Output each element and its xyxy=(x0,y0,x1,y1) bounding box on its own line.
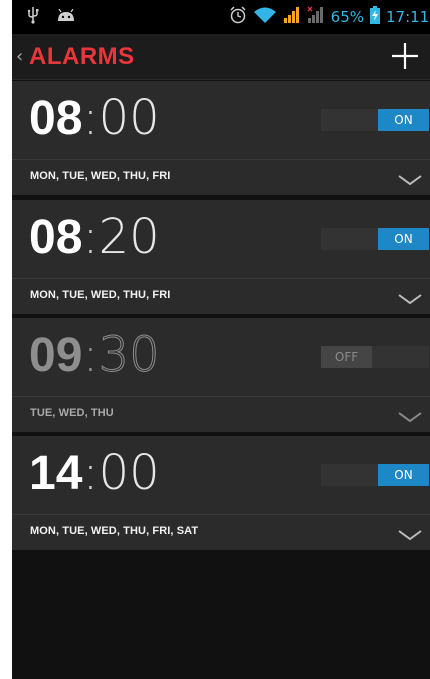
alarm-repeat-days: TUE, WED, THU xyxy=(30,407,114,419)
alarm-minute: 20 xyxy=(98,209,160,265)
alarm-item[interactable]: 14:00 ON MON, TUE, WED, THU, FRI, SAT xyxy=(12,436,430,550)
alarm-time-row: 09:30 OFF xyxy=(12,318,430,397)
alarm-minute: 00 xyxy=(98,445,160,501)
status-clock: 17:11 xyxy=(386,8,430,26)
chevron-down-icon[interactable] xyxy=(398,408,422,423)
page-title[interactable]: ALARMS xyxy=(29,43,135,71)
back-chevron-icon[interactable]: ‹ xyxy=(16,45,23,69)
usb-icon xyxy=(26,6,40,28)
alarm-toggle[interactable]: ON xyxy=(321,464,429,486)
toggle-state: ON xyxy=(378,228,429,250)
action-bar: ‹ ALARMS xyxy=(12,34,430,80)
alarm-separator: : xyxy=(82,327,99,383)
chevron-down-icon[interactable] xyxy=(398,290,422,305)
toggle-state: ON xyxy=(378,464,429,486)
alarm-time-row: 08:00 ON xyxy=(12,81,430,160)
battery-charging-icon xyxy=(370,6,380,28)
alarm-minute: 30 xyxy=(98,327,160,384)
alarm-repeat-days: MON, TUE, WED, THU, FRI, SAT xyxy=(30,525,199,537)
alarm-toggle[interactable]: ON xyxy=(321,109,429,131)
android-debug-icon xyxy=(56,8,76,27)
alarm-time-row: 08:20 ON xyxy=(12,200,430,279)
plus-icon xyxy=(392,43,418,69)
battery-percent: 65% xyxy=(330,8,364,26)
alarm-separator: : xyxy=(82,209,99,265)
alarm-separator: : xyxy=(82,90,99,146)
chevron-down-icon[interactable] xyxy=(398,171,422,186)
alarm-toggle[interactable]: OFF xyxy=(321,346,429,368)
alarm-clock-icon xyxy=(229,6,247,28)
alarm-time-row: 14:00 ON xyxy=(12,436,430,515)
alarm-hour: 09 xyxy=(29,329,83,382)
alarm-toggle[interactable]: ON xyxy=(321,228,429,250)
alarm-screen: 65% 17:11 ‹ ALARMS 08:00 ON MON, TUE, WE… xyxy=(12,0,430,679)
signal-roaming-icon xyxy=(307,6,325,28)
alarm-item[interactable]: 08:00 ON MON, TUE, WED, THU, FRI xyxy=(12,81,430,195)
toggle-state: ON xyxy=(378,109,429,131)
chevron-down-icon[interactable] xyxy=(398,526,422,541)
alarm-minute: 00 xyxy=(98,90,160,146)
alarm-hour: 14 xyxy=(29,447,83,500)
alarm-repeat-days: MON, TUE, WED, THU, FRI xyxy=(30,289,171,301)
alarm-hour: 08 xyxy=(29,92,83,145)
alarm-time[interactable]: 14:00 xyxy=(29,445,160,501)
alarm-repeat-days: MON, TUE, WED, THU, FRI xyxy=(30,170,171,182)
wifi-icon xyxy=(253,6,277,28)
alarm-time[interactable]: 09:30 xyxy=(29,327,160,384)
add-alarm-button[interactable] xyxy=(388,39,422,73)
alarm-item[interactable]: 08:20 ON MON, TUE, WED, THU, FRI xyxy=(12,200,430,314)
alarm-time[interactable]: 08:20 xyxy=(29,209,160,265)
signal-icon xyxy=(283,6,301,28)
status-bar: 65% 17:11 xyxy=(12,0,430,34)
alarm-hour: 08 xyxy=(29,211,83,264)
toggle-state: OFF xyxy=(321,346,372,368)
alarm-time[interactable]: 08:00 xyxy=(29,90,160,146)
alarm-separator: : xyxy=(82,445,99,501)
alarm-item[interactable]: 09:30 OFF TUE, WED, THU xyxy=(12,318,430,432)
